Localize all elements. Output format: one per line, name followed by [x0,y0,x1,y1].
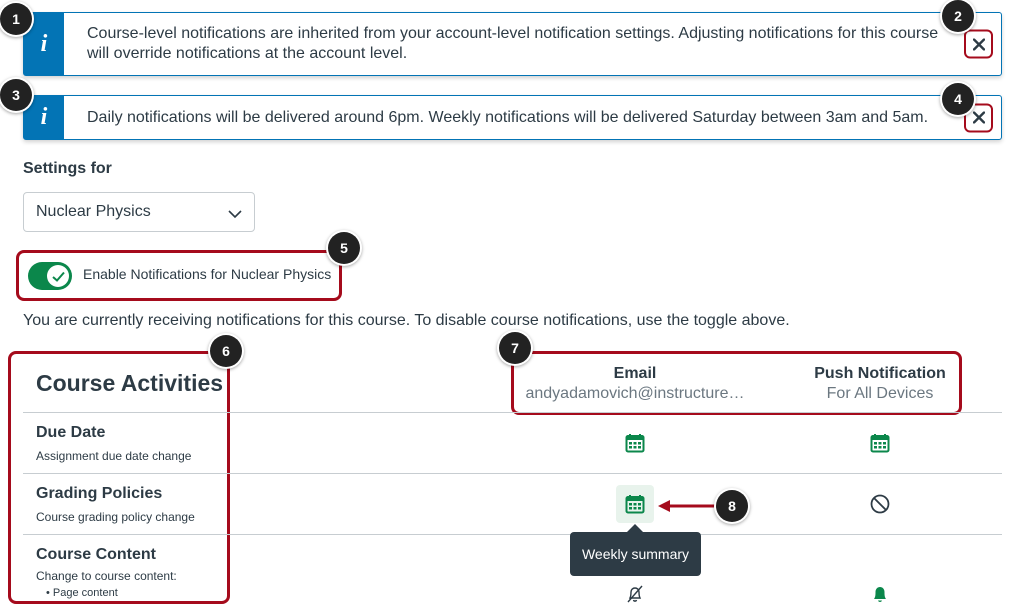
inherited-settings-alert: i Course-level notifications are inherit… [23,12,1002,76]
course-notifications-toggle[interactable] [28,262,72,290]
row-title-course-content: Course Content [36,546,156,563]
weekly-summary-tooltip: Weekly summary [570,524,701,576]
alert-message: Course-level notifications are inherited… [87,25,939,62]
chevron-down-icon [228,206,242,224]
settings-for-label: Settings for [23,160,112,177]
callout-8: 8 [716,490,748,522]
callout-6: 6 [210,335,242,367]
course-select-value: Nuclear Physics [36,203,151,220]
email-address: andyadamovich@instructure… [525,385,745,402]
row-desc-due-date: Assignment due date change [36,449,192,463]
course-activities-heading: Course Activities [36,370,224,396]
notifications-status-text: You are currently receiving notification… [23,312,790,329]
row-title-grading-policies: Grading Policies [36,485,163,502]
close-icon[interactable] [964,29,993,59]
prohibited-icon[interactable] [869,493,891,515]
row-desc-grading-policies: Course grading policy change [36,510,195,524]
calendar-icon[interactable] [869,432,891,454]
check-icon [47,265,69,287]
delivery-time-alert: i Daily notifications will be delivered … [23,95,1002,140]
course-select[interactable]: Nuclear Physics [23,192,255,232]
alert-message: Daily notifications will be delivered ar… [87,108,929,126]
divider [23,534,1002,535]
toggle-label: Enable Notifications for Nuclear Physics [83,266,332,282]
divider [23,473,1002,474]
callout-3: 3 [0,79,32,111]
calendar-icon[interactable] [624,432,646,454]
calendar-icon[interactable] [616,485,654,523]
push-column-header: Push Notification For All Devices [790,365,970,403]
divider [23,412,1002,413]
bell-off-icon[interactable] [624,583,646,605]
row-title-due-date: Due Date [36,424,106,441]
pointer-arrow [658,500,718,512]
email-column-header: Email andyadamovich@instructure… [525,365,745,403]
callout-2: 2 [942,0,974,32]
callout-4: 4 [942,83,974,115]
email-column-title: Email [613,365,657,382]
push-devices: For All Devices [826,385,934,402]
callout-5: 5 [328,232,360,264]
callout-1: 1 [0,3,32,35]
list-item: • Page content [46,587,118,599]
callout-7: 7 [499,332,531,364]
push-column-title: Push Notification [814,365,946,382]
bell-icon[interactable] [869,583,891,605]
row-desc-course-content: Change to course content: [36,569,177,583]
